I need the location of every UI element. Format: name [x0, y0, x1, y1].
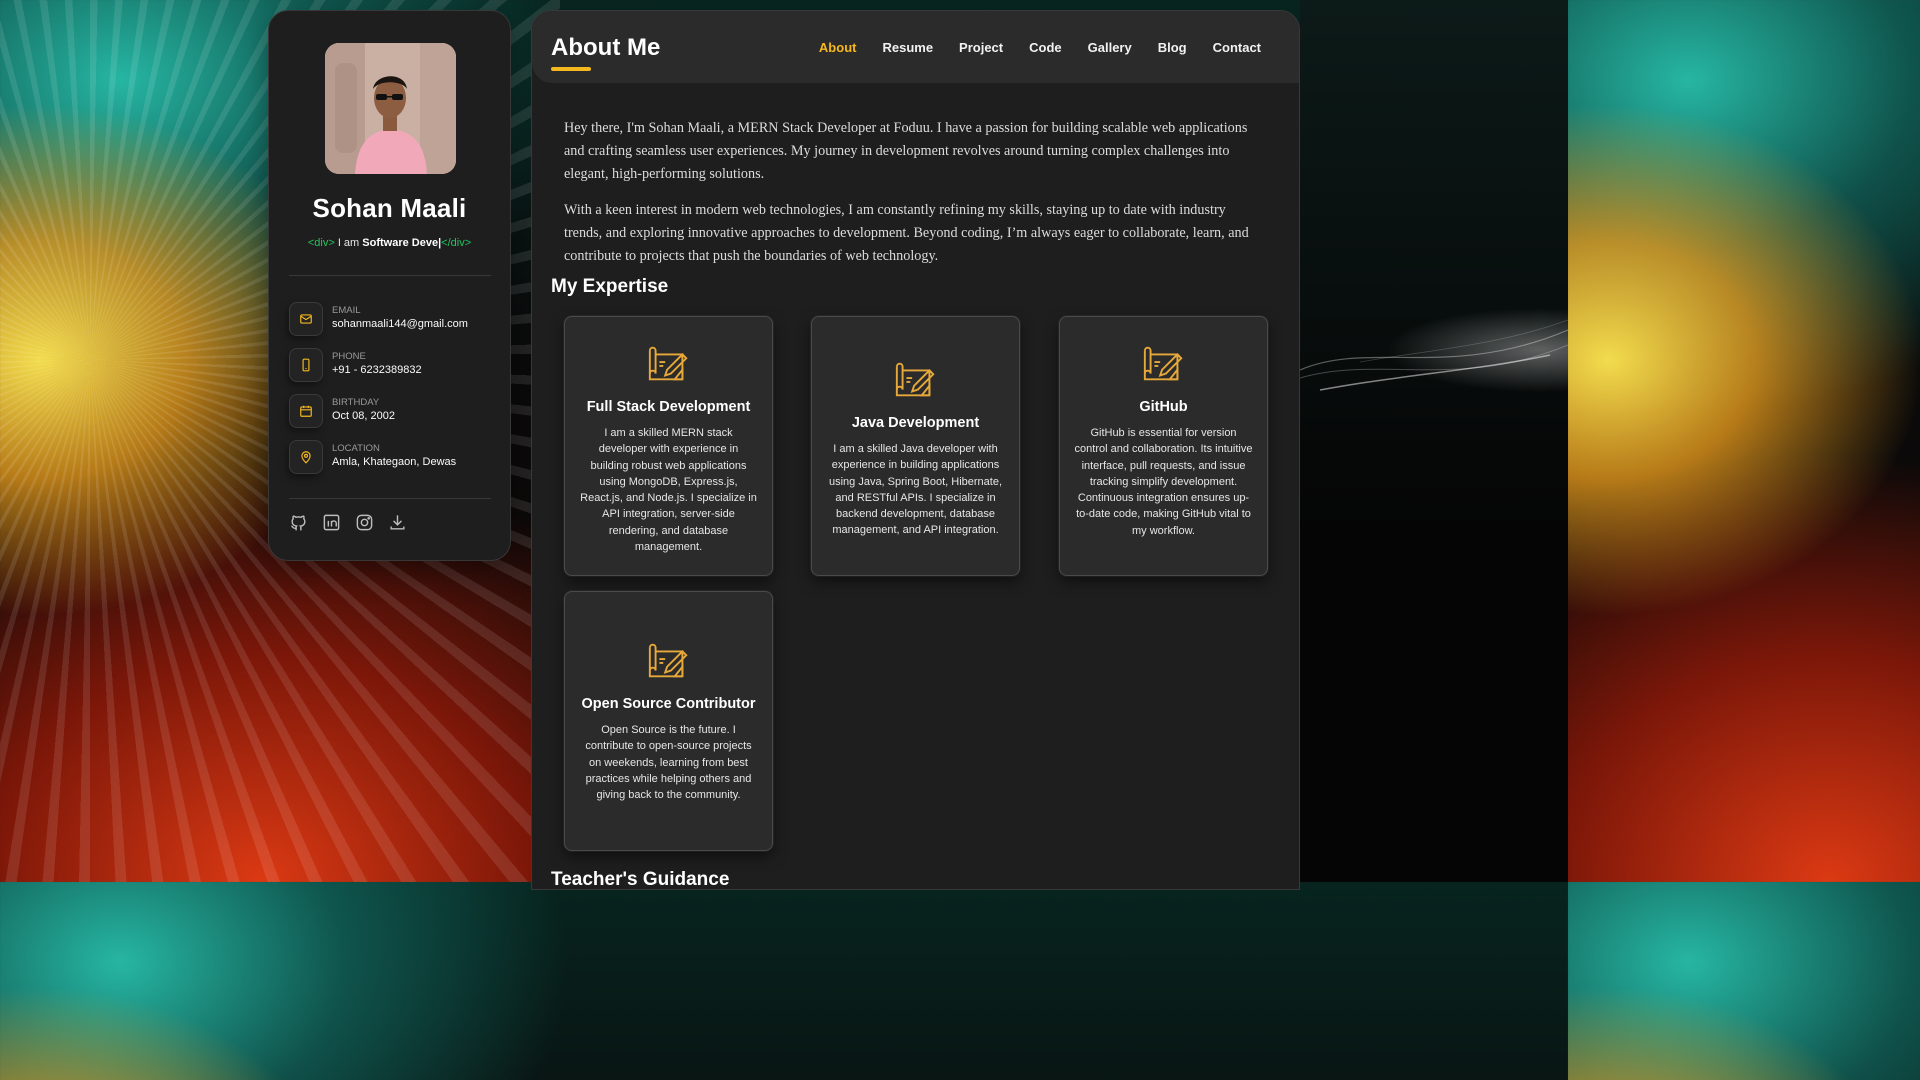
mail-icon: [289, 302, 323, 336]
tagline-open-tag: <div>: [307, 237, 335, 249]
nav-blog[interactable]: Blog: [1158, 40, 1187, 55]
title-underline: [551, 67, 591, 71]
contact-birthday: BIRTHDAY Oct 08, 2002: [289, 394, 494, 430]
download-icon[interactable]: [388, 513, 407, 532]
profile-sidebar: Sohan Maali <div> I am Software Deve|</d…: [268, 10, 511, 561]
page-title: About Me: [551, 34, 661, 61]
about-paragraph-2: With a keen interest in modern web techn…: [564, 202, 1249, 264]
phone-icon: [289, 348, 323, 382]
expertise-card: Java Development I am a skilled Java dev…: [811, 316, 1020, 576]
nav-code[interactable]: Code: [1029, 40, 1062, 55]
contact-label: EMAIL: [332, 305, 361, 316]
design-tool-icon: [1141, 341, 1187, 387]
profile-name: Sohan Maali: [312, 193, 467, 223]
design-tool-icon: [646, 341, 692, 387]
divider: [289, 498, 491, 499]
card-title: GitHub: [1139, 399, 1188, 415]
calendar-icon: [289, 394, 323, 428]
design-tool-icon: [646, 638, 692, 684]
card-text: I am a skilled MERN stack developer with…: [580, 427, 757, 554]
card-title: Open Source Contributor: [581, 696, 756, 712]
guidance-heading: Teacher's Guidance: [551, 869, 730, 890]
expertise-heading: My Expertise: [551, 276, 669, 297]
contact-label: LOCATION: [332, 443, 380, 454]
tagline-prefix: I am: [334, 237, 363, 249]
nav-resume[interactable]: Resume: [882, 40, 933, 55]
card-text: I am a skilled Java developer with exper…: [828, 443, 1003, 537]
nav-project[interactable]: Project: [959, 40, 1003, 55]
top-nav: About Resume Project Code Gallery Blog C…: [819, 40, 1261, 55]
tagline-close-tag: </div>: [441, 237, 472, 249]
background-right: [1300, 0, 1568, 882]
expertise-card: Open Source Contributor Open Source is t…: [564, 591, 773, 851]
nav-gallery[interactable]: Gallery: [1088, 40, 1132, 55]
tagline-role: Software Deve|: [362, 237, 442, 249]
social-links: [289, 513, 407, 532]
expertise-card: GitHub GitHub is essential for version c…: [1059, 316, 1268, 576]
location-pin-icon: [289, 440, 323, 474]
card-text: GitHub is essential for version control …: [1074, 427, 1253, 537]
avatar: [325, 43, 456, 174]
design-tool-icon: [893, 357, 939, 403]
divider: [289, 275, 491, 276]
about-paragraph-1: Hey there, I'm Sohan Maali, a MERN Stack…: [564, 120, 1248, 182]
contact-label: BIRTHDAY: [332, 397, 380, 408]
contact-email: EMAIL sohanmaali144@gmail.com: [289, 302, 494, 338]
email-link[interactable]: sohanmaali144@gmail.com: [332, 318, 468, 330]
phone-link[interactable]: +91 - 6232389832: [332, 364, 422, 376]
card-text: Open Source is the future. I contribute …: [585, 724, 752, 802]
linkedin-icon[interactable]: [322, 513, 341, 532]
nav-contact[interactable]: Contact: [1213, 40, 1261, 55]
nav-about[interactable]: About: [819, 40, 857, 55]
main-header: About Me About Resume Project Code Galle…: [532, 11, 1299, 83]
profile-tagline: <div> I am Software Deve|</div>: [269, 237, 510, 249]
github-icon[interactable]: [289, 513, 308, 532]
instagram-icon[interactable]: [355, 513, 374, 532]
birthday-value: Oct 08, 2002: [332, 410, 395, 422]
card-title: Java Development: [851, 415, 980, 431]
contact-location: LOCATION Amla, Khategaon, Dewas: [289, 440, 494, 476]
contact-phone: PHONE +91 - 6232389832: [289, 348, 494, 384]
main-panel: About Me About Resume Project Code Galle…: [531, 10, 1300, 890]
location-value: Amla, Khategaon, Dewas: [332, 456, 457, 468]
card-title: Full Stack Development: [586, 399, 751, 415]
contact-label: PHONE: [332, 351, 366, 362]
expertise-card: Full Stack Development I am a skilled ME…: [564, 316, 773, 576]
